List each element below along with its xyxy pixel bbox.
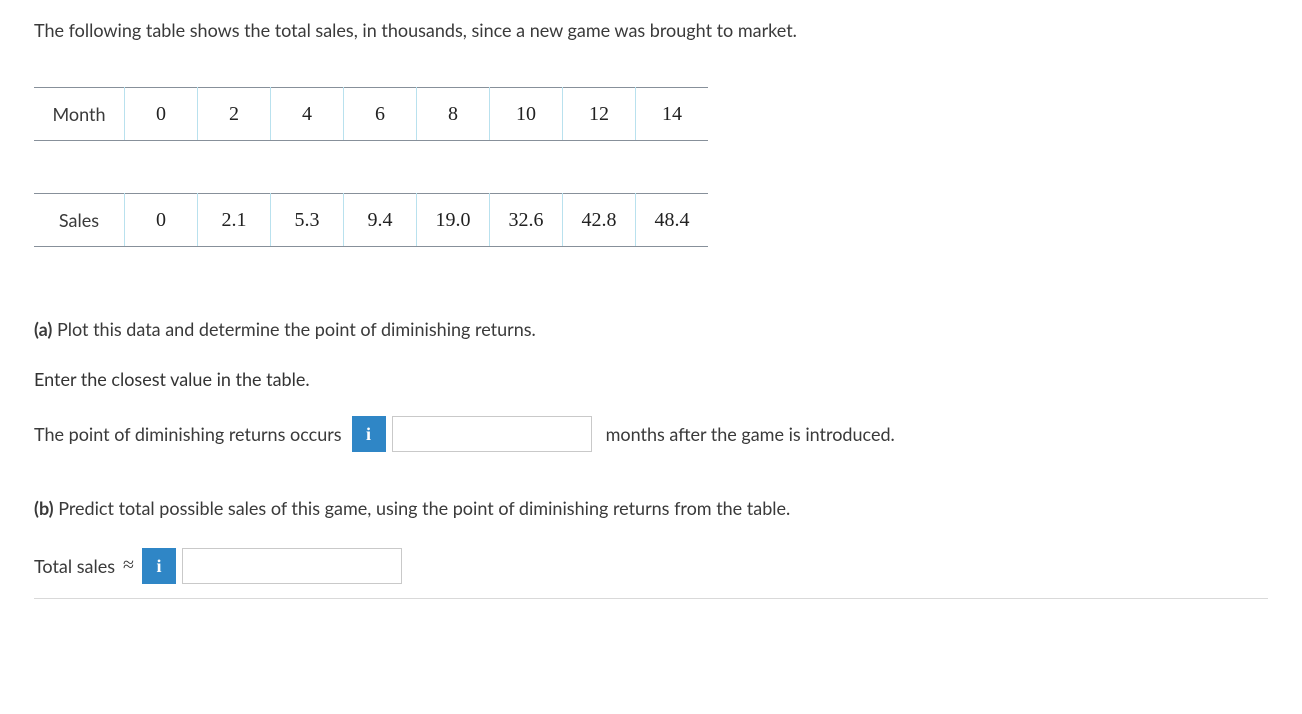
part-b-before: Total sales: [34, 555, 115, 577]
part-b-input[interactable]: [182, 548, 402, 584]
table-cell: 14: [636, 88, 709, 141]
table-cell: 2: [198, 88, 271, 141]
table-cell: 48.4: [636, 194, 709, 247]
table-cell: 8: [417, 88, 490, 141]
table-cell: 6: [344, 88, 417, 141]
part-a-input[interactable]: [392, 416, 592, 452]
intro-text: The following table shows the total sale…: [34, 18, 1268, 43]
table-cell: 10: [490, 88, 563, 141]
panel-divider: [34, 598, 1268, 599]
part-a-before: The point of diminishing returns occurs: [34, 423, 342, 445]
data-table: Month 0 2 4 6 8 10 12 14 Sales 0 2.1 5.3…: [34, 87, 708, 247]
part-a-after: months after the game is introduced.: [606, 423, 895, 445]
info-icon[interactable]: i: [142, 548, 176, 584]
part-a-answer-line: The point of diminishing returns occurs …: [34, 416, 1268, 452]
part-a-text: Plot this data and determine the point o…: [57, 318, 536, 340]
part-b-prompt: (b) Predict total possible sales of this…: [34, 496, 1268, 521]
table-cell: 5.3: [271, 194, 344, 247]
info-icon[interactable]: i: [352, 416, 386, 452]
table-cell: 0: [125, 88, 198, 141]
part-b-label: (b): [34, 497, 54, 519]
part-a-instruction: Enter the closest value in the table.: [34, 368, 1268, 390]
table-cell: 4: [271, 88, 344, 141]
table-cell: 0: [125, 194, 198, 247]
part-a-label: (a): [34, 318, 52, 340]
table-cell: 19.0: [417, 194, 490, 247]
part-a-prompt: (a) Plot this data and determine the poi…: [34, 317, 1268, 342]
table-cell: 12: [563, 88, 636, 141]
table-cell: 32.6: [490, 194, 563, 247]
approx-symbol: ≈: [123, 554, 134, 577]
table-cell: 9.4: [344, 194, 417, 247]
table-cell: 2.1: [198, 194, 271, 247]
table-cell: 42.8: [563, 194, 636, 247]
table-row: Sales 0 2.1 5.3 9.4 19.0 32.6 42.8 48.4: [34, 194, 708, 247]
table-row: Month 0 2 4 6 8 10 12 14: [34, 88, 708, 141]
row-label-month: Month: [34, 88, 125, 141]
part-b-answer-line: Total sales ≈ i: [34, 548, 1268, 584]
part-b-text: Predict total possible sales of this gam…: [58, 497, 790, 519]
row-label-sales: Sales: [34, 194, 125, 247]
